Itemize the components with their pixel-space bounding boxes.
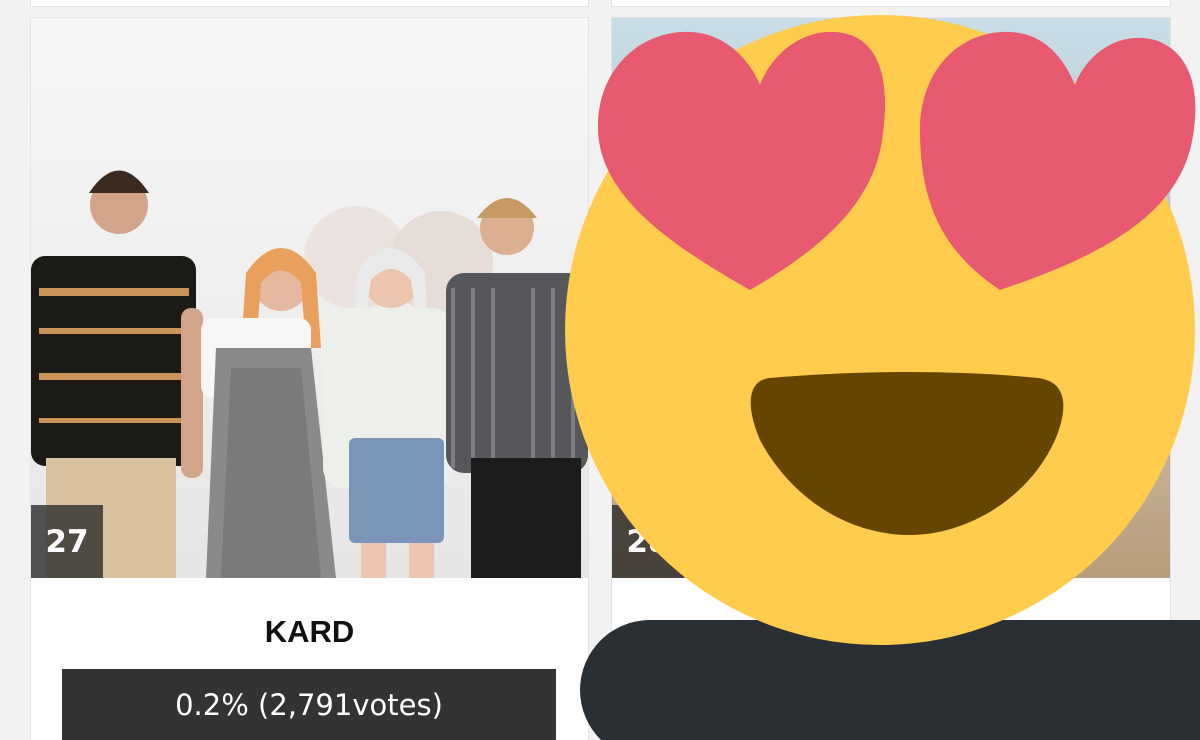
vote-result-bar[interactable]: 0.2% (2,791votes) xyxy=(62,669,556,740)
artist-card[interactable]: 27 KARD 0.2% (2,791votes) xyxy=(30,17,589,740)
previous-card-left[interactable] xyxy=(30,0,589,7)
rank-badge: 27 xyxy=(31,505,103,578)
artist-name: KARD xyxy=(264,614,355,649)
artist-photo[interactable]: 27 xyxy=(31,18,588,578)
ranking-grid: 27 KARD 0.2% (2,791votes) 28 xyxy=(0,0,1200,740)
heart-eyes-smiling-face-icon xyxy=(565,15,1196,645)
group-photo-illustration xyxy=(31,170,588,578)
